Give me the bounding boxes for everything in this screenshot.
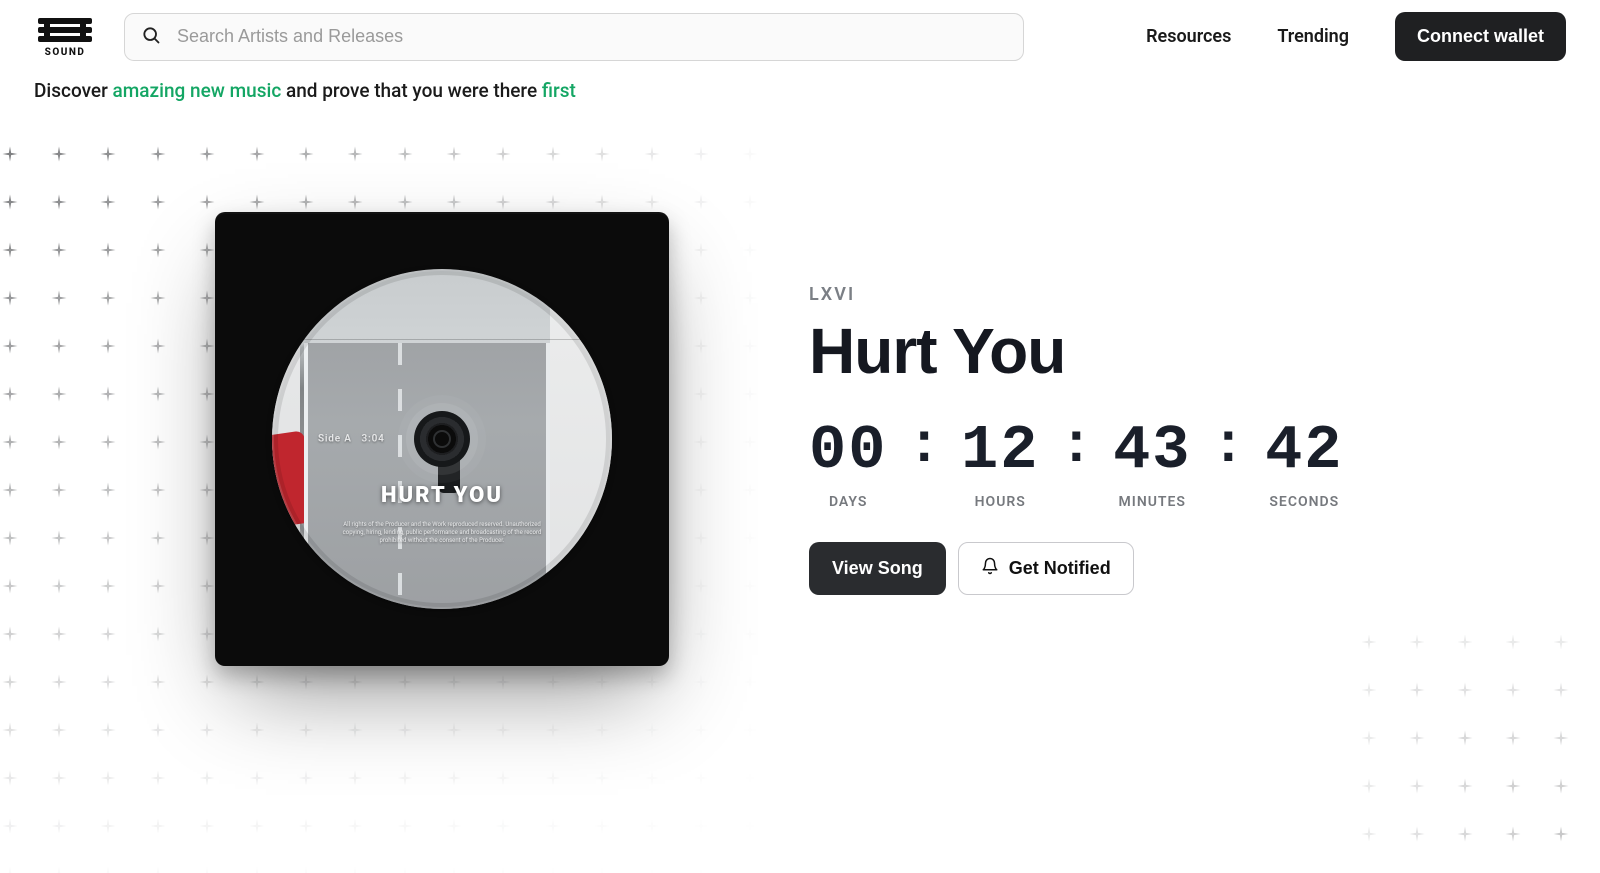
brand-wordmark: SOUND — [45, 47, 86, 58]
countdown-seconds-value: 42 — [1265, 415, 1343, 486]
nav-resources[interactable]: Resources — [1146, 26, 1231, 47]
release-title: Hurt You — [809, 319, 1344, 383]
brand-logo[interactable]: SOUND — [34, 15, 96, 58]
bell-icon — [981, 557, 999, 580]
tagline-accent-2: first — [542, 79, 576, 102]
album-art[interactable]: Side A 3:04 HURT YOU All rights of the P… — [215, 212, 669, 666]
search[interactable] — [124, 13, 1024, 61]
countdown-hours: 12 HOURS — [961, 415, 1039, 510]
connect-wallet-button[interactable]: Connect wallet — [1395, 12, 1566, 61]
search-icon — [141, 25, 161, 49]
countdown-seconds: 42 SECONDS — [1265, 415, 1343, 510]
countdown: 00 DAYS : 12 HOURS : 43 MINUTES : 42 SEC… — [809, 415, 1344, 510]
search-input[interactable] — [175, 25, 1007, 48]
countdown-days-value: 00 — [809, 415, 887, 486]
countdown-minutes-value: 43 — [1113, 415, 1191, 486]
countdown-colon: : — [1207, 415, 1249, 477]
logo-icon — [34, 15, 96, 45]
release-panel: LXVI Hurt You 00 DAYS : 12 HOURS : 43 MI… — [809, 284, 1344, 595]
tagline: Discover amazing new music and prove tha… — [0, 61, 1600, 102]
get-notified-label: Get Notified — [1009, 558, 1111, 579]
header: SOUND Resources Trending Connect wallet — [0, 0, 1600, 61]
countdown-minutes-label: MINUTES — [1119, 494, 1186, 510]
nav: Resources Trending Connect wallet — [1126, 12, 1566, 61]
disc-road — [304, 343, 550, 609]
disc-side-label: Side A 3:04 — [318, 434, 385, 445]
countdown-colon: : — [903, 415, 945, 477]
disc-hub — [414, 411, 470, 467]
disc: Side A 3:04 HURT YOU All rights of the P… — [272, 269, 612, 609]
countdown-days: 00 DAYS — [809, 415, 887, 510]
countdown-minutes: 43 MINUTES — [1113, 415, 1191, 510]
artist-name: LXVI — [809, 284, 1344, 305]
release-actions: View Song Get Notified — [809, 542, 1344, 595]
countdown-hours-value: 12 — [961, 415, 1039, 486]
countdown-hours-label: HOURS — [975, 494, 1026, 510]
countdown-days-label: DAYS — [829, 494, 868, 510]
countdown-seconds-label: SECONDS — [1269, 494, 1339, 510]
view-song-button[interactable]: View Song — [809, 542, 946, 595]
disc-side: Side A — [318, 434, 352, 445]
tagline-pre: Discover — [34, 79, 113, 102]
disc-edge-right — [550, 269, 612, 609]
tagline-accent-1: amazing new music — [113, 79, 282, 102]
countdown-colon: : — [1055, 415, 1097, 477]
get-notified-button[interactable]: Get Notified — [958, 542, 1134, 595]
disc-horizon — [272, 339, 612, 340]
tagline-mid: and prove that you were there — [281, 79, 542, 102]
hero: Side A 3:04 HURT YOU All rights of the P… — [0, 102, 1600, 666]
disc-title: HURT YOU — [272, 483, 612, 508]
disc-legal: All rights of the Producer and the Work … — [336, 521, 548, 545]
nav-trending[interactable]: Trending — [1277, 26, 1349, 47]
sparkles-right — [1360, 633, 1600, 873]
disc-time: 3:04 — [362, 434, 385, 445]
